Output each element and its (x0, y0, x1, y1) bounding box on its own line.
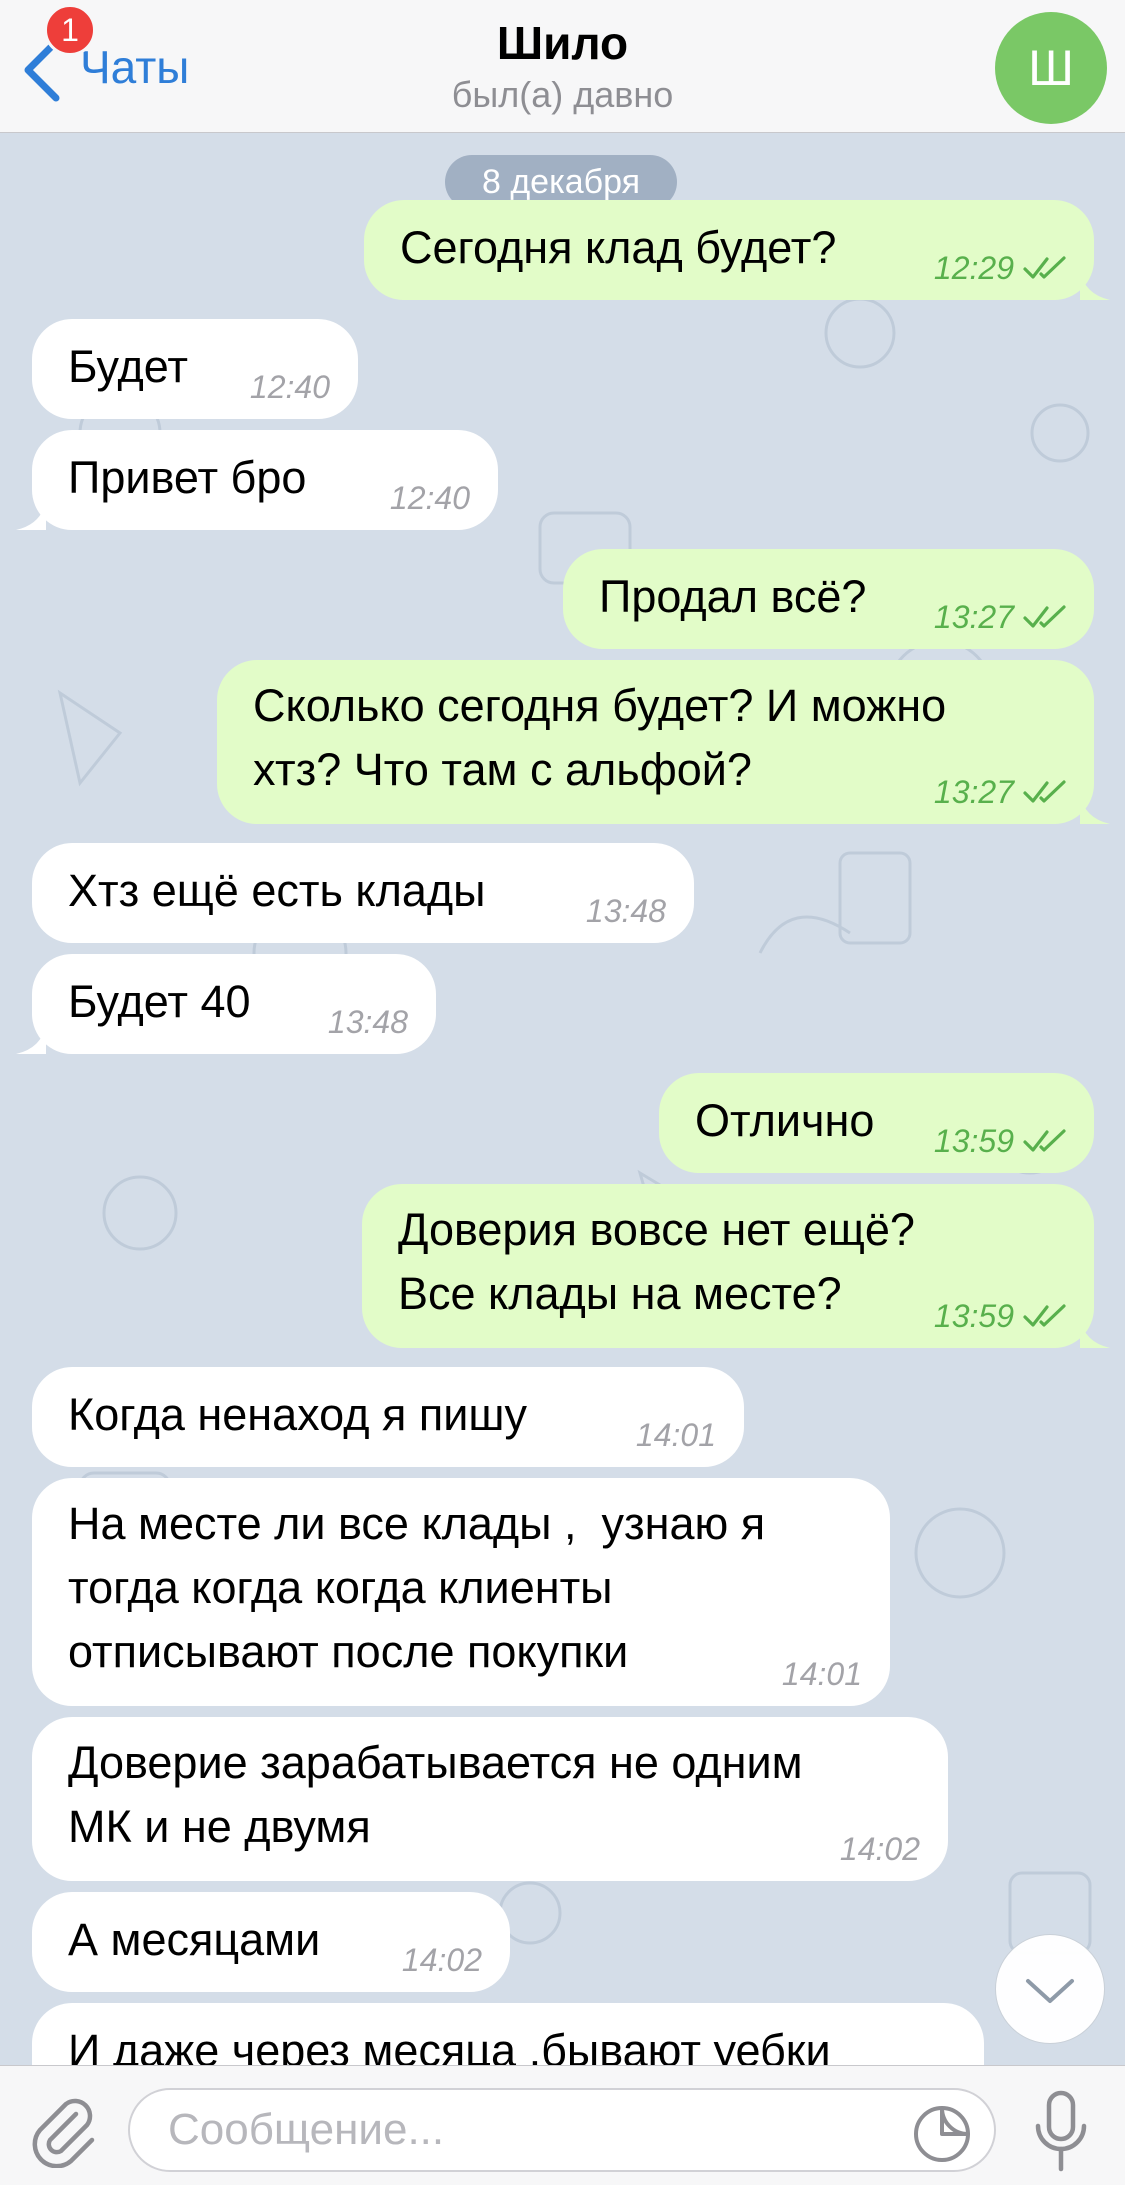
message-time: 14:01 (635, 1417, 716, 1453)
double-check-icon (1023, 1304, 1066, 1327)
message-meta: 12:29 (934, 250, 1068, 286)
avatar[interactable]: Ш (995, 12, 1107, 124)
paperclip-icon[interactable] (24, 2092, 100, 2168)
incoming-message[interactable]: А месяцами 14:02 (32, 1892, 510, 1992)
message-time: 12:40 (249, 369, 330, 405)
message-meta: 13:59 (934, 1298, 1068, 1334)
incoming-message[interactable]: Будет 40 13:48 (16, 954, 436, 1054)
outgoing-message[interactable]: Доверия вовсе нет ещё? Все клады на мест… (362, 1184, 1110, 1348)
bubble-tail (1080, 270, 1110, 300)
bubble-tail (1080, 794, 1110, 824)
message-time: 13:59 (933, 1123, 1014, 1159)
message-time: 13:48 (327, 1004, 408, 1040)
message-input-bar (0, 2065, 1125, 2185)
message-input[interactable] (128, 2088, 996, 2172)
message-text: тогда когда когда клиенты (68, 1562, 613, 1613)
message-time: 13:27 (933, 599, 1014, 635)
message-text: Сколько сегодня будет? И можно (253, 680, 947, 731)
incoming-message[interactable]: Привет бро 12:40 (16, 430, 498, 530)
incoming-message[interactable]: Когда ненаход я пишу 14:01 (32, 1367, 744, 1467)
incoming-message[interactable]: Хтз ещё есть клады 13:48 (32, 843, 694, 943)
message-text: Доверие зарабатывается не одним (68, 1737, 803, 1788)
message-text: отписывают после покупки (68, 1626, 629, 1677)
message-list[interactable]: 8 декабря Сегодня клад будет? 12:29 Буде… (0, 133, 1125, 2065)
message-text: МК и не двумя (68, 1801, 371, 1852)
outgoing-message[interactable]: Отлично 13:59 (659, 1073, 1094, 1173)
double-check-icon (1023, 780, 1066, 803)
chat-header: Чаты 1 Шило был(а) давно Ш (0, 0, 1125, 133)
message-time: 13:48 (585, 893, 666, 929)
chat-title[interactable]: Шило (0, 16, 1125, 70)
double-check-icon (1023, 605, 1066, 628)
chevron-down-icon (1026, 1979, 1074, 2003)
message-text: Когда ненаход я пишу (68, 1389, 527, 1440)
incoming-message[interactable]: Будет 12:40 (32, 319, 358, 419)
message-meta: 13:59 (934, 1123, 1068, 1159)
sticker-icon[interactable] (912, 2104, 972, 2164)
message-text: На месте ли все клады , узнаю я (68, 1498, 766, 1549)
message-time: 14:02 (839, 1831, 920, 1867)
outgoing-message[interactable]: Сколько сегодня будет? И можно хтз? Что … (217, 660, 1110, 824)
bubble-tail (1080, 1318, 1110, 1348)
scroll-to-bottom-button[interactable] (995, 1934, 1105, 2044)
outgoing-message[interactable]: Продал всё? 13:27 (563, 549, 1094, 649)
message-time: 13:27 (933, 774, 1014, 810)
message-time: 14:01 (781, 1656, 862, 1692)
message-time: 14:02 (401, 1942, 482, 1978)
message-text: Доверия вовсе нет ещё? (398, 1204, 915, 1255)
message-meta: 13:27 (934, 599, 1068, 635)
bubble-tail (16, 500, 46, 530)
message-time: 13:59 (933, 1298, 1014, 1334)
outgoing-message[interactable]: Сегодня клад будет? 12:29 (364, 200, 1110, 300)
incoming-message[interactable]: И даже через месяца ,бывают уебки (32, 2003, 984, 2065)
double-check-icon (1023, 1129, 1066, 1152)
incoming-message[interactable]: Доверие зарабатывается не одним МК и не … (32, 1717, 948, 1881)
message-meta: 13:27 (934, 774, 1068, 810)
message-text: И даже через месяца ,бывают уебки (68, 2025, 831, 2065)
message-time: 12:40 (389, 480, 470, 516)
double-check-icon (1023, 256, 1066, 279)
message-text: Хтз ещё есть клады (68, 865, 486, 916)
chat-status: был(а) давно (451, 74, 674, 115)
message-time: 12:29 (933, 250, 1014, 286)
bubble-tail (16, 1024, 46, 1054)
microphone-icon[interactable] (1032, 2090, 1090, 2172)
incoming-message[interactable]: На месте ли все клады , узнаю я тогда ко… (32, 1478, 890, 1706)
